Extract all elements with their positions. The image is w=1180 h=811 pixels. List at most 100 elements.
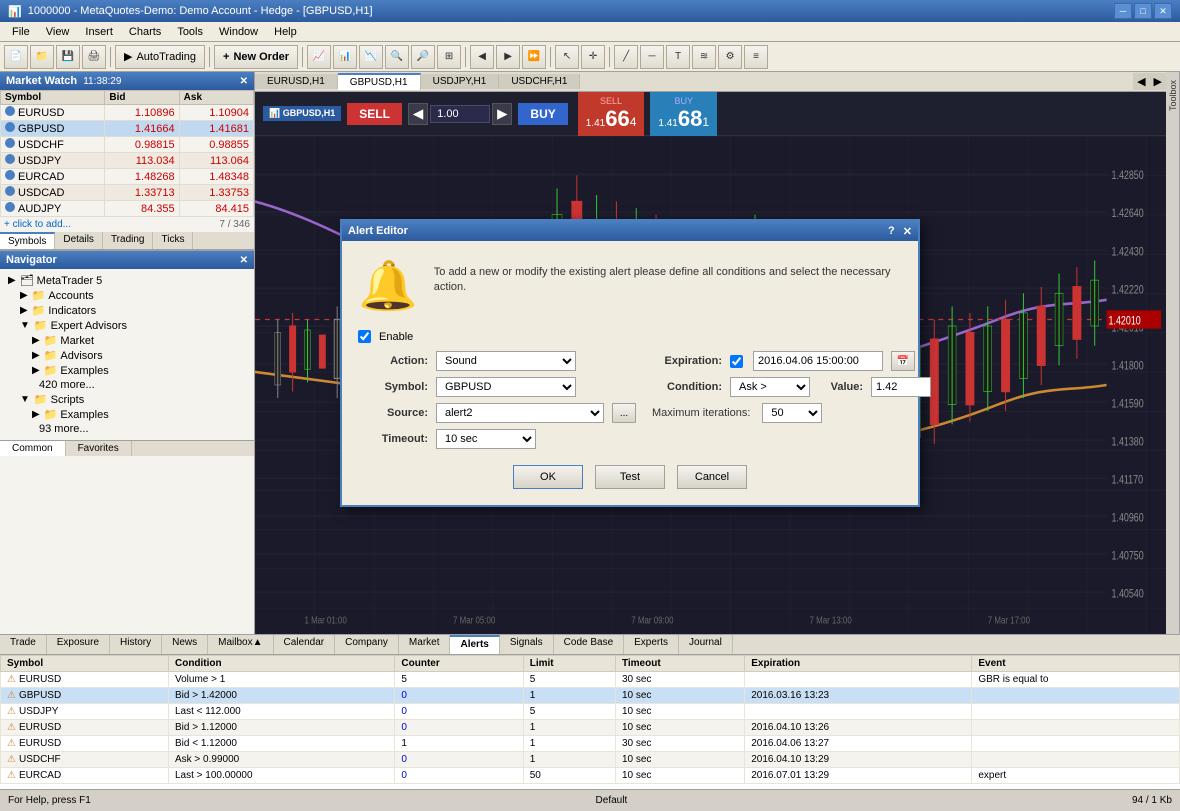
- action-select[interactable]: Sound Message Email Notification: [436, 351, 576, 371]
- tab-details[interactable]: Details: [55, 232, 103, 249]
- source-browse-button[interactable]: ...: [612, 403, 636, 423]
- toolbar-scroll-end[interactable]: ⏩: [522, 45, 546, 69]
- toolbar-line[interactable]: ╱: [614, 45, 638, 69]
- nav-item-420_more[interactable]: 420 more...: [4, 378, 250, 392]
- nav-item-examples[interactable]: ▶📁 Examples: [4, 363, 250, 378]
- max-iter-select[interactable]: 50 100 ∞: [762, 403, 822, 423]
- new-order-button[interactable]: + New Order: [214, 45, 298, 69]
- nav-tab-common[interactable]: Common: [0, 441, 66, 456]
- alert-row-6[interactable]: ⚠EURCADLast > 100.0000005010 sec2016.07.…: [1, 768, 1180, 784]
- toolbar-new[interactable]: 📄: [4, 45, 28, 69]
- toolbar-crosshair[interactable]: ✛: [581, 45, 605, 69]
- toolbar-chart3[interactable]: 📉: [359, 45, 383, 69]
- tab-symbols[interactable]: Symbols: [0, 232, 55, 249]
- tab-ticks[interactable]: Ticks: [153, 232, 193, 249]
- source-select[interactable]: alert2: [436, 403, 604, 423]
- condition-select[interactable]: Ask > Ask < Bid > Bid <: [730, 377, 810, 397]
- menu-file[interactable]: File: [4, 24, 38, 40]
- toolbar-text[interactable]: T: [666, 45, 690, 69]
- bottom-tab-news[interactable]: News: [162, 635, 208, 654]
- bottom-tab-journal[interactable]: Journal: [679, 635, 733, 654]
- timeout-select[interactable]: 1 sec 5 sec 10 sec 30 sec 1 min: [436, 429, 536, 449]
- nav-item-market[interactable]: ▶📁 Market: [4, 333, 250, 348]
- toolbar-cursor[interactable]: ↖: [555, 45, 579, 69]
- bottom-tab-experts[interactable]: Experts: [624, 635, 679, 654]
- nav-item-scripts[interactable]: ▼📁 Scripts: [4, 392, 250, 407]
- dialog-close-button[interactable]: ✕: [903, 225, 912, 238]
- enable-checkbox[interactable]: [358, 330, 371, 343]
- maximize-button[interactable]: □: [1134, 3, 1152, 19]
- expiration-input[interactable]: [753, 351, 883, 371]
- nav-item-advisors[interactable]: ▶📁 Advisors: [4, 348, 250, 363]
- toolbar-fit[interactable]: ⊞: [437, 45, 461, 69]
- toolbar-chart1[interactable]: 📈: [307, 45, 331, 69]
- nav-item-examples[interactable]: ▶📁 Examples: [4, 407, 250, 422]
- cancel-button[interactable]: Cancel: [677, 465, 747, 489]
- menu-help[interactable]: Help: [266, 24, 305, 40]
- toolbar-print[interactable]: 🖨: [82, 45, 106, 69]
- alert-row-2[interactable]: ⚠USDJPYLast < 112.0000510 sec: [1, 704, 1180, 720]
- alert-row-5[interactable]: ⚠USDCHFAsk > 0.990000110 sec2016.04.10 1…: [1, 752, 1180, 768]
- toolbar-open[interactable]: 📁: [30, 45, 54, 69]
- toolbar-zoom-out[interactable]: 🔎: [411, 45, 435, 69]
- enable-label[interactable]: Enable: [358, 330, 902, 343]
- dialog-help-button[interactable]: ?: [888, 225, 895, 237]
- toolbox-label[interactable]: Toolbox: [1168, 76, 1178, 115]
- lot-decrease[interactable]: ◀: [408, 103, 428, 125]
- nav-tab-favorites[interactable]: Favorites: [66, 441, 132, 456]
- alert-row-4[interactable]: ⚠EURUSDBid < 1.120001130 sec2016.04.06 1…: [1, 736, 1180, 752]
- nav-item-accounts[interactable]: ▶📁 Accounts: [4, 288, 250, 303]
- add-symbol-link[interactable]: + click to add...: [4, 219, 71, 230]
- chart-scroll-right[interactable]: ▶: [1150, 73, 1166, 90]
- minimize-button[interactable]: ─: [1114, 3, 1132, 19]
- lot-increase[interactable]: ▶: [492, 103, 512, 125]
- chart-tab-usdjpy[interactable]: USDJPY,H1: [421, 74, 500, 89]
- bottom-tab-codebase[interactable]: Code Base: [554, 635, 624, 654]
- bottom-tab-mailbox[interactable]: Mailbox▲: [208, 635, 273, 654]
- toolbar-scroll-left[interactable]: ◀: [470, 45, 494, 69]
- ok-button[interactable]: OK: [513, 465, 583, 489]
- toolbar-scroll-right[interactable]: ▶: [496, 45, 520, 69]
- bottom-tab-alerts[interactable]: Alerts: [450, 635, 499, 654]
- market-row-audjpy[interactable]: AUDJPY 84.355 84.415: [1, 201, 254, 217]
- expiration-calendar-button[interactable]: 📅: [891, 351, 915, 371]
- menu-window[interactable]: Window: [211, 24, 266, 40]
- menu-view[interactable]: View: [38, 24, 78, 40]
- market-row-eurusd[interactable]: EURUSD 1.10896 1.10904: [1, 105, 254, 121]
- toolbar-save[interactable]: 💾: [56, 45, 80, 69]
- market-row-usdchf[interactable]: USDCHF 0.98815 0.98855: [1, 137, 254, 153]
- alert-row-1[interactable]: ⚠GBPUSDBid > 1.420000110 sec2016.03.16 1…: [1, 688, 1180, 704]
- nav-item-expert_advisors[interactable]: ▼📁 Expert Advisors: [4, 318, 250, 333]
- tab-trading[interactable]: Trading: [103, 232, 154, 249]
- close-button[interactable]: ✕: [1154, 3, 1172, 19]
- menu-insert[interactable]: Insert: [77, 24, 121, 40]
- bottom-tab-market[interactable]: Market: [399, 635, 451, 654]
- alert-row-0[interactable]: ⚠EURUSDVolume > 15530 secGBR is equal to: [1, 672, 1180, 688]
- market-row-usdcad[interactable]: USDCAD 1.33713 1.33753: [1, 185, 254, 201]
- chart-tab-gbpusd[interactable]: GBPUSD,H1: [338, 73, 421, 90]
- market-watch-close[interactable]: ✕: [240, 76, 248, 87]
- nav-item-93_more[interactable]: 93 more...: [4, 422, 250, 436]
- bottom-tab-calendar[interactable]: Calendar: [274, 635, 336, 654]
- lot-input[interactable]: [430, 105, 490, 123]
- alert-row-3[interactable]: ⚠EURUSDBid > 1.120000110 sec2016.04.10 1…: [1, 720, 1180, 736]
- bottom-tab-history[interactable]: History: [110, 635, 162, 654]
- bottom-tab-signals[interactable]: Signals: [500, 635, 554, 654]
- bottom-tab-exposure[interactable]: Exposure: [47, 635, 110, 654]
- bottom-tab-trade[interactable]: Trade: [0, 635, 47, 654]
- navigator-close[interactable]: ✕: [240, 255, 248, 266]
- sell-button[interactable]: SELL: [347, 103, 402, 125]
- toolbar-hline[interactable]: ─: [640, 45, 664, 69]
- toolbar-fib[interactable]: ≋: [692, 45, 716, 69]
- autotrading-button[interactable]: ▶ AutoTrading: [115, 45, 205, 69]
- buy-button[interactable]: BUY: [518, 103, 567, 125]
- toolbar-zoom-in[interactable]: 🔍: [385, 45, 409, 69]
- menu-charts[interactable]: Charts: [121, 24, 169, 40]
- toolbar-period[interactable]: ⚙: [718, 45, 742, 69]
- menu-tools[interactable]: Tools: [169, 24, 211, 40]
- nav-item-indicators[interactable]: ▶📁 Indicators: [4, 303, 250, 318]
- toolbar-chart2[interactable]: 📊: [333, 45, 357, 69]
- chart-tab-eurusd[interactable]: EURUSD,H1: [255, 74, 338, 89]
- chart-scroll-left[interactable]: ◀: [1133, 73, 1149, 90]
- toolbar-templates[interactable]: ≡: [744, 45, 768, 69]
